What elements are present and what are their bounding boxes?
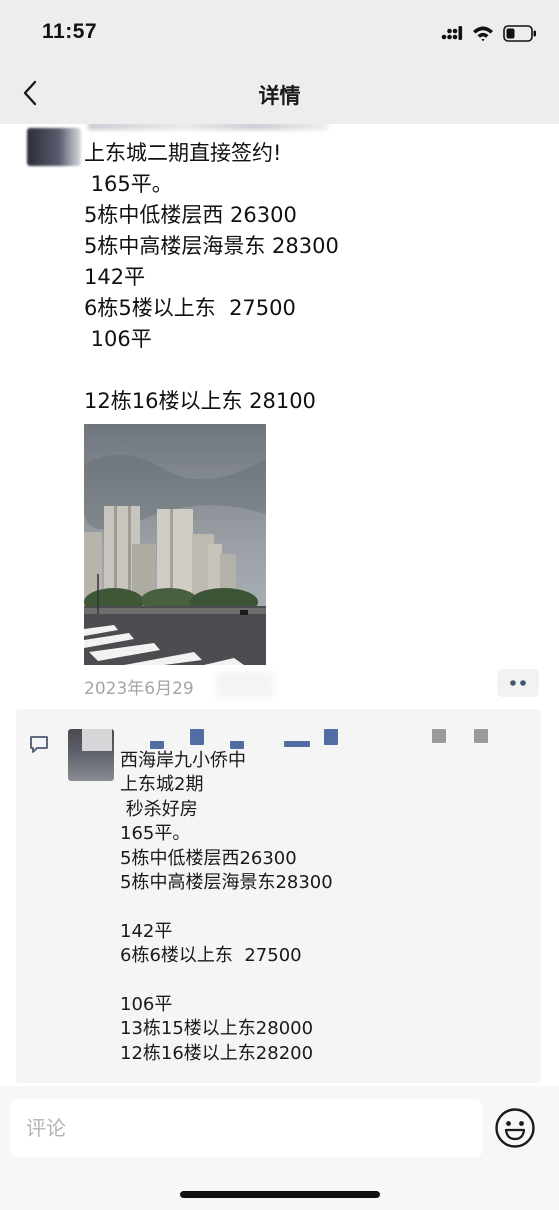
comment-input[interactable] [10,1099,482,1157]
commenter-name-redacted [230,741,244,749]
wifi-icon [473,26,493,41]
status-icons [441,22,537,44]
page-title: 详情 [258,84,301,108]
nav-bar: 详情 [0,62,559,125]
emoji-button[interactable] [494,1107,536,1149]
comment-section: 西海岸九小侨中 上东城2期 秒杀好房 165平。 5栋中低楼层西26300 5栋… [16,709,541,1083]
commenter-name-redacted [284,741,310,747]
commenter-name-redacted [324,729,338,745]
status-bar: 11:57 [0,0,559,62]
commenter-avatar[interactable] [68,729,114,781]
comment-text: 西海岸九小侨中 上东城2期 秒杀好房 165平。 5栋中低楼层西26300 5栋… [120,750,333,1064]
signal-icon [441,26,463,40]
date-redaction [216,672,274,698]
post-date: 2023年6月29 [84,679,194,699]
status-time: 11:57 [42,20,98,43]
comment-bubble-icon [30,736,48,753]
author-avatar[interactable] [27,128,81,166]
author-name-redacted [88,124,328,130]
redaction-block [474,729,488,743]
moment-detail: 上东城二期直接签约! 165平。 5栋中低楼层西 26300 5栋中高楼层海景东… [0,124,559,1086]
redaction-block [432,729,446,743]
more-actions-button[interactable] [497,669,539,697]
commenter-name-redacted [150,741,164,749]
smiley-icon [495,1108,535,1148]
more-dots-icon [510,680,526,686]
commenter-name-redacted [190,729,204,745]
battery-icon [503,24,536,42]
comment-input-bar [0,1086,559,1210]
post-photo[interactable] [84,424,266,665]
home-indicator [180,1191,380,1198]
post-text: 上东城二期直接签约! 165平。 5栋中低楼层西 26300 5栋中高楼层海景东… [84,141,339,413]
